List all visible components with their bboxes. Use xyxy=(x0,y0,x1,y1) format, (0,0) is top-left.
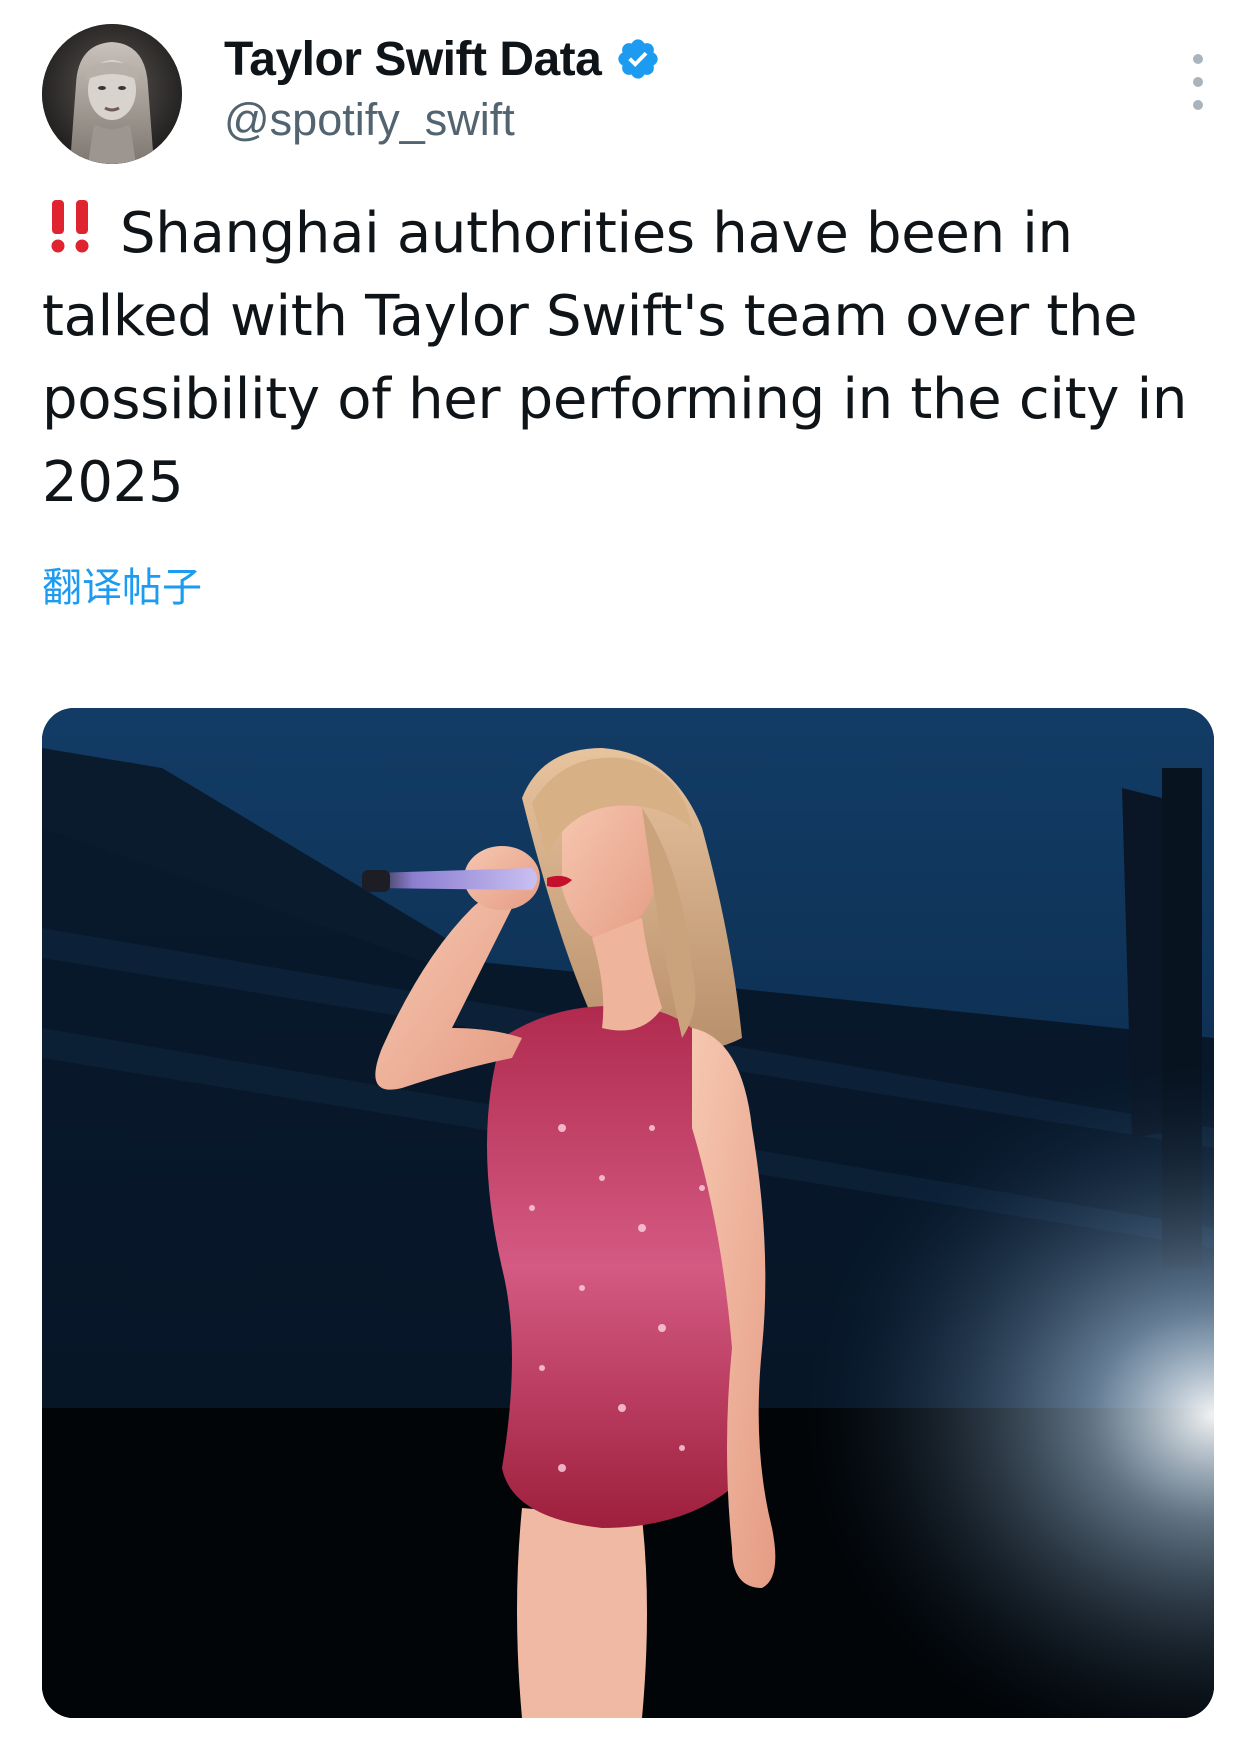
translate-post-link[interactable]: 翻译帖子 xyxy=(42,555,202,613)
display-name[interactable]: Taylor Swift Data xyxy=(224,32,602,87)
more-dot xyxy=(1193,100,1203,110)
double-exclamation-icon xyxy=(42,194,98,253)
tweet-media-photo[interactable] xyxy=(42,708,1214,1718)
avatar[interactable] xyxy=(42,24,182,164)
tweet-body: Shanghai authorities have been in talked… xyxy=(42,201,1188,515)
handle[interactable]: @spotify_swift xyxy=(224,94,661,146)
tweet-text: Shanghai authorities have been in talked… xyxy=(42,192,1222,524)
concert-photo xyxy=(42,708,1214,1718)
tweet: Taylor Swift Data @spotify_swift Shangha… xyxy=(0,0,1260,1752)
avatar-image xyxy=(42,24,182,164)
tweet-header: Taylor Swift Data @spotify_swift xyxy=(42,24,1218,164)
more-options-icon[interactable] xyxy=(1178,54,1218,110)
author-names: Taylor Swift Data @spotify_swift xyxy=(224,30,661,146)
more-dot xyxy=(1193,77,1203,87)
verified-badge-icon[interactable] xyxy=(615,36,661,82)
more-dot xyxy=(1193,54,1203,64)
display-name-row: Taylor Swift Data xyxy=(224,30,661,88)
